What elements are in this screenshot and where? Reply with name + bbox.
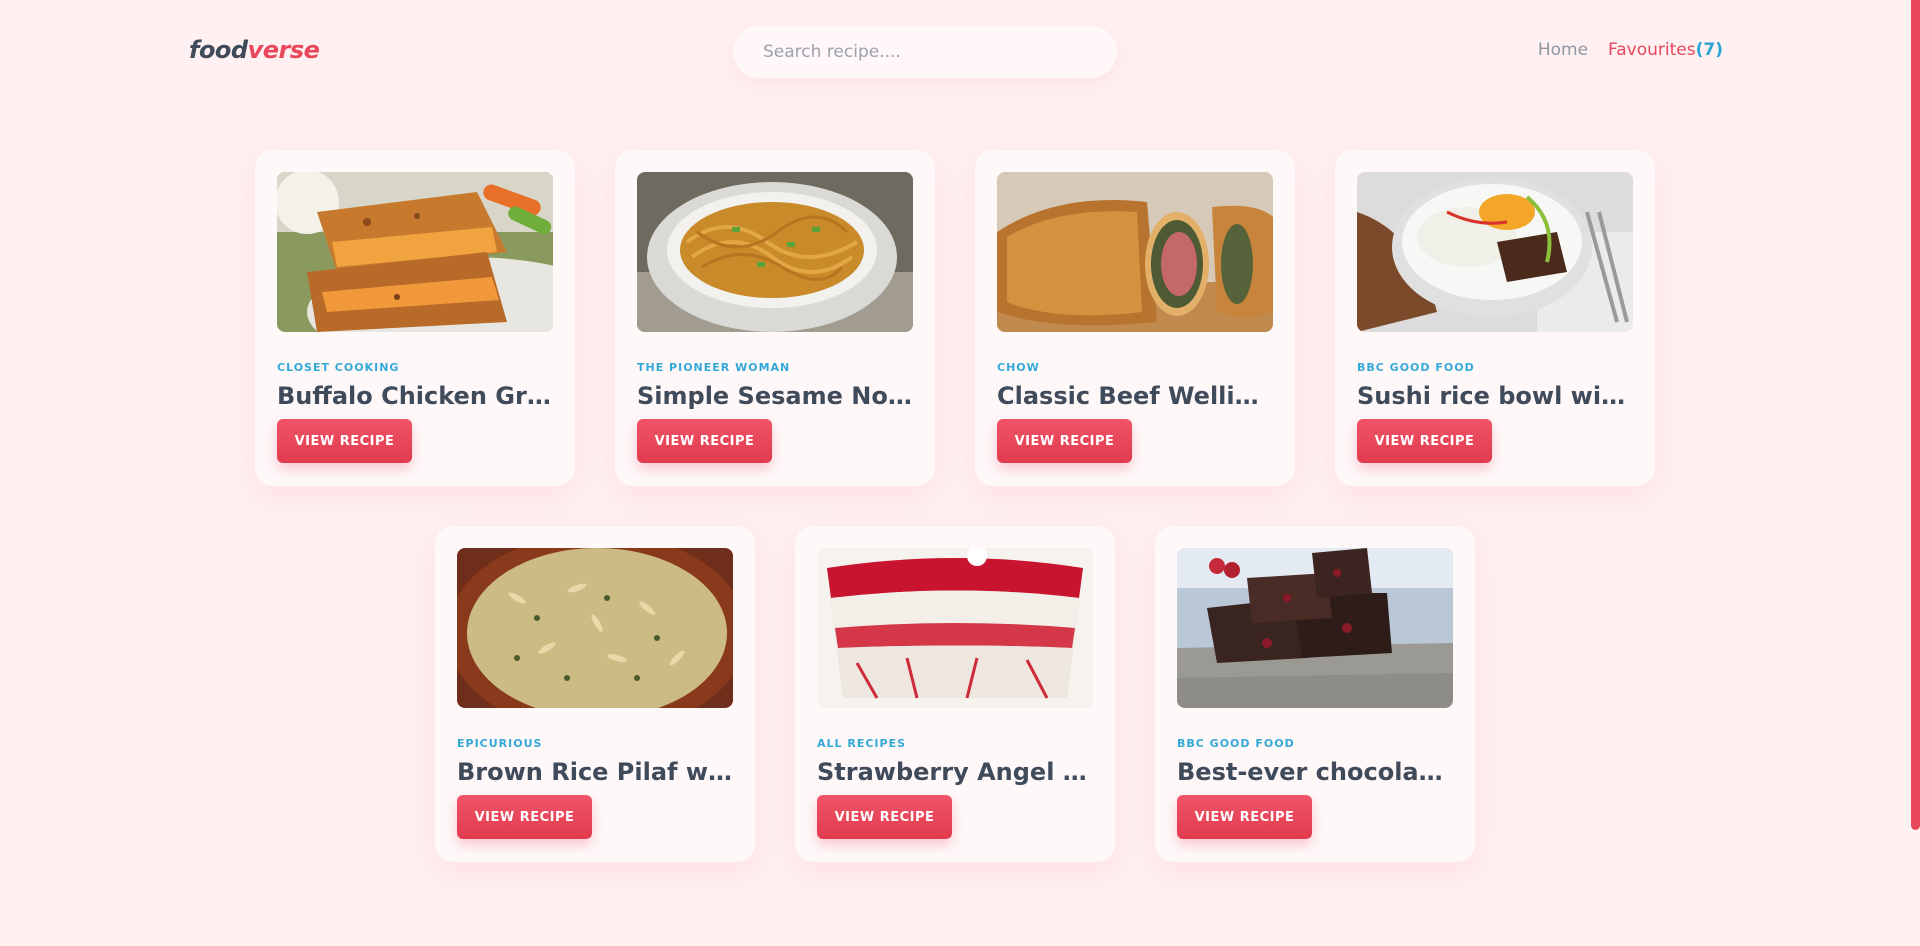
recipe-title: Brown Rice Pilaf with Almonds	[457, 758, 733, 786]
recipe-card[interactable]: CHOW Classic Beef Wellington VIEW RECIPE	[975, 150, 1295, 486]
recipe-title: Best-ever chocolate raspberry brownies	[1177, 758, 1453, 786]
beef-wellington-photo	[997, 172, 1273, 332]
recipe-image[interactable]	[457, 548, 733, 708]
favourites-count-badge: (7)	[1695, 40, 1723, 60]
strawberry-trifle-photo	[817, 548, 1093, 708]
recipe-image[interactable]	[1357, 172, 1633, 332]
recipe-card[interactable]: ALL RECIPES Strawberry Angel Food Desser…	[795, 526, 1115, 862]
view-recipe-button[interactable]: VIEW RECIPE	[817, 795, 952, 839]
nav-link-favourites[interactable]: Favourites(7)	[1608, 40, 1723, 60]
recipe-card[interactable]: CLOSET COOKING Buffalo Chicken Grilled C…	[255, 150, 575, 486]
view-recipe-button[interactable]: VIEW RECIPE	[1357, 419, 1492, 463]
recipe-image[interactable]	[637, 172, 913, 332]
recipe-publisher: BBC GOOD FOOD	[1357, 361, 1475, 374]
recipe-publisher: ALL RECIPES	[817, 737, 907, 750]
sesame-noodles-photo	[637, 172, 913, 332]
recipe-publisher: THE PIONEER WOMAN	[637, 361, 791, 374]
brownies-photo	[1177, 548, 1453, 708]
sushi-rice-bowl-photo	[1357, 172, 1633, 332]
recipe-image[interactable]	[277, 172, 553, 332]
recipe-image[interactable]	[817, 548, 1093, 708]
recipe-title: Simple Sesame Noodles	[637, 382, 913, 410]
main-nav: Home Favourites(7)	[1538, 40, 1723, 60]
recipe-card[interactable]: THE PIONEER WOMAN Simple Sesame Noodles …	[615, 150, 935, 486]
view-recipe-button[interactable]: VIEW RECIPE	[997, 419, 1132, 463]
recipe-title: Classic Beef Wellington	[997, 382, 1273, 410]
recipe-card[interactable]: BBC GOOD FOOD Sushi rice bowl with beef …	[1335, 150, 1655, 486]
scrollbar-thumb[interactable]	[1911, 0, 1920, 830]
recipe-title: Strawberry Angel Food Dessert	[817, 758, 1093, 786]
logo[interactable]: foodverse	[189, 36, 320, 64]
top-header: foodverse Home Favourites(7)	[0, 0, 1920, 104]
grilled-sandwich-photo	[277, 172, 553, 332]
recipe-image[interactable]	[997, 172, 1273, 332]
view-recipe-button[interactable]: VIEW RECIPE	[637, 419, 772, 463]
recipe-image[interactable]	[1177, 548, 1453, 708]
recipe-publisher: CHOW	[997, 361, 1040, 374]
logo-text-verse: verse	[247, 36, 320, 64]
view-recipe-button[interactable]: VIEW RECIPE	[277, 419, 412, 463]
view-recipe-button[interactable]: VIEW RECIPE	[457, 795, 592, 839]
view-recipe-button[interactable]: VIEW RECIPE	[1177, 795, 1312, 839]
recipe-publisher: CLOSET COOKING	[277, 361, 400, 374]
rice-pilaf-photo	[457, 548, 733, 708]
nav-favourites-label: Favourites	[1608, 40, 1696, 60]
search-input[interactable]	[733, 26, 1117, 78]
recipe-card[interactable]: BBC GOOD FOOD Best-ever chocolate raspbe…	[1155, 526, 1475, 862]
nav-link-home[interactable]: Home	[1538, 40, 1588, 60]
recipe-card[interactable]: EPICURIOUS Brown Rice Pilaf with Almonds…	[435, 526, 755, 862]
recipe-title: Sushi rice bowl with beef	[1357, 382, 1633, 410]
logo-text-food: food	[189, 36, 248, 64]
recipe-publisher: EPICURIOUS	[457, 737, 543, 750]
recipe-title: Buffalo Chicken Grilled Cheese Sandwich	[277, 382, 553, 410]
recipe-publisher: BBC GOOD FOOD	[1177, 737, 1295, 750]
